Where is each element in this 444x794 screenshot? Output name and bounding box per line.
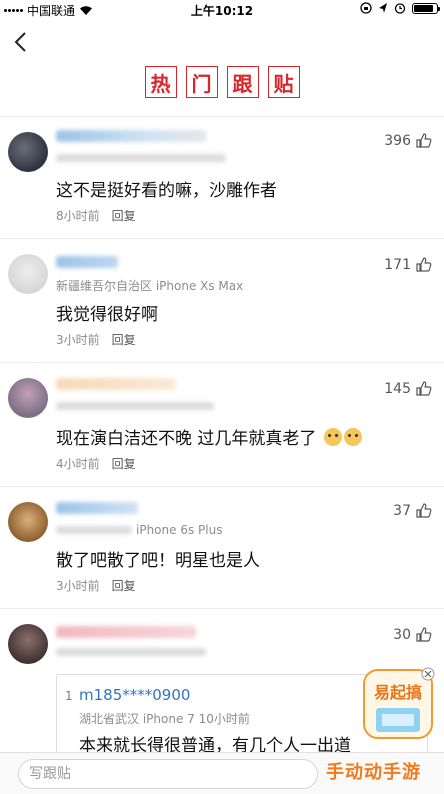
avatar[interactable] [8,132,48,172]
cat-emoji-icon [343,428,362,446]
title-char: 热 [144,66,177,98]
like-button[interactable]: 30 [393,626,432,643]
avatar[interactable] [8,254,48,294]
battery-icon [412,2,440,14]
user-name-blurred[interactable] [56,502,138,514]
divider [0,362,444,363]
reply-button[interactable]: 回复 [112,455,136,472]
user-location-blurred [56,154,226,162]
comment-text: 现在演白洁还不晚 过几年就真老了 [56,424,362,449]
like-count: 37 [393,502,411,519]
thumbs-up-icon [416,257,432,272]
comment-time: 3小时前 [56,333,100,347]
title-char: 跟 [226,66,259,98]
watermark-text: 手动动手游 [326,762,421,783]
user-name-blurred[interactable] [56,256,118,268]
lock-rotation-icon [360,2,372,14]
page-title: 热 门 跟 贴 [0,66,444,98]
divider [0,238,444,239]
like-count: 30 [393,626,411,643]
thumbs-up-icon [416,133,432,148]
user-location-blurred [56,526,132,534]
thumbs-up-icon [416,503,432,518]
cat-emoji-icon [323,428,342,446]
promo-badge-icon[interactable]: 易起搞 [358,664,438,744]
quote-floor-number: 1 [65,689,73,703]
location-icon [379,3,387,13]
like-count: 145 [384,380,411,397]
user-name-blurred[interactable] [56,130,206,142]
like-button[interactable]: 396 [384,132,432,149]
comment-time: 4小时前 [56,457,100,471]
comment-meta: 4小时前 回复 [56,455,136,472]
thumbs-up-icon [416,627,432,642]
reply-input[interactable]: 写跟贴 [18,759,318,789]
comment-location: 新疆维吾尔自治区 iPhone Xs Max [56,279,244,293]
divider [0,486,444,487]
comment-time: 8小时前 [56,209,100,223]
comment-meta: 3小时前 回复 [56,577,136,594]
back-chevron-icon[interactable] [10,30,34,54]
comment-meta: 8小时前 回复 [56,207,136,224]
like-count: 171 [384,256,411,273]
like-button[interactable]: 145 [384,380,432,397]
user-name-blurred[interactable] [56,378,176,390]
like-count: 396 [384,132,411,149]
comment-text: 这不是挺好看的嘛，沙雕作者 [56,181,277,201]
thumbs-up-icon [416,381,432,396]
user-location-blurred [56,402,214,410]
quote-location: 湖北省武汉 iPhone 7 10小时前 [79,712,250,726]
divider [0,116,444,117]
badge-text: 易起搞 [374,683,422,702]
reply-button[interactable]: 回复 [112,207,136,224]
comment-location: iPhone 6s Plus [136,523,223,537]
reply-button[interactable]: 回复 [112,577,136,594]
comment-text-body: 现在演白洁还不晚 过几年就真老了 [56,429,317,449]
avatar[interactable] [8,502,48,542]
reply-button[interactable]: 回复 [112,331,136,348]
title-char: 贴 [267,66,300,98]
alarm-icon [394,3,406,14]
like-button[interactable]: 171 [384,256,432,273]
comment-text: 我觉得很好啊 [56,305,158,325]
title-char: 门 [185,66,218,98]
quote-user-name[interactable]: m185****0900 [79,686,190,704]
like-button[interactable]: 37 [393,502,432,519]
user-location-blurred [56,648,206,656]
avatar[interactable] [8,378,48,418]
divider [0,608,444,609]
avatar[interactable] [8,624,48,664]
comment-time: 3小时前 [56,579,100,593]
user-name-blurred[interactable] [56,626,196,638]
status-bar: 中国联通 上午10:12 [0,0,444,20]
comment-text: 散了吧散了吧！明星也是人 [56,551,260,571]
comment-meta: 3小时前 回复 [56,331,136,348]
